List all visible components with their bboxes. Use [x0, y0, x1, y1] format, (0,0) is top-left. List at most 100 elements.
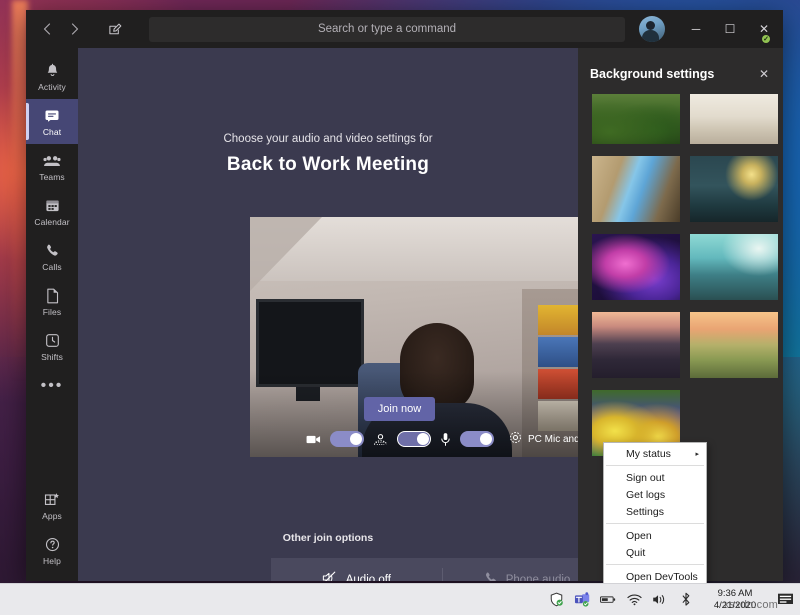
apps-icon	[44, 491, 60, 509]
wifi-icon[interactable]	[626, 592, 642, 608]
toggle-knob	[417, 433, 429, 445]
background-thumbnail-autumn-street[interactable]	[592, 312, 680, 378]
background-blur-icon	[373, 433, 388, 446]
sidebar-item-label: Activity	[38, 82, 66, 92]
forward-button[interactable]	[62, 16, 88, 42]
join-option-label: Audio off	[346, 574, 391, 582]
background-thumbnail-pink-purple-nebula[interactable]	[592, 234, 680, 300]
speaker-muted-icon	[322, 571, 338, 581]
clock-date: 4/21/2020	[710, 600, 760, 612]
join-option-audio-off[interactable]: Audio off	[271, 558, 442, 581]
context-menu-item-sign-out[interactable]: Sign out	[604, 469, 706, 486]
context-menu-separator	[606, 523, 704, 524]
context-menu-item-quit[interactable]: Quit	[604, 544, 706, 561]
context-menu-item-get-logs[interactable]: Get logs	[604, 486, 706, 503]
app-rail: Activity Chat	[26, 48, 78, 581]
sidebar-item-label: Files	[43, 307, 61, 317]
chevron-left-icon	[43, 23, 51, 35]
sidebar-item-label: Calls	[42, 262, 61, 272]
people-icon	[43, 152, 61, 170]
background-settings-header: Background settings ✕	[578, 58, 783, 90]
toggle-knob	[480, 433, 492, 445]
background-thumbnail-autumn-valley[interactable]	[690, 312, 778, 378]
sidebar-item-shifts[interactable]: Shifts	[26, 324, 78, 369]
sidebar-item-activity[interactable]: Activity	[26, 54, 78, 99]
preview-controls: PC Mic and Speake	[250, 431, 608, 447]
microphone-icon	[440, 432, 451, 447]
windows-defender-icon[interactable]	[548, 592, 564, 608]
camera-toggle[interactable]	[330, 431, 364, 447]
sidebar-item-calendar[interactable]: Calendar	[26, 189, 78, 234]
avatar-body	[642, 30, 659, 42]
minimize-glyph: ─	[692, 22, 701, 36]
phone-icon	[45, 242, 60, 260]
system-tray: 9:36 AM 4/21/2020	[548, 588, 800, 612]
camera-icon	[306, 434, 321, 445]
background-thumbnail-stone-archway-village[interactable]	[592, 156, 680, 222]
sidebar-item-help[interactable]: Help	[26, 528, 78, 573]
close-icon[interactable]: ✕	[755, 67, 773, 81]
titlebar-right-controls: ✓ ─ ☐ ✕	[639, 10, 783, 48]
minimize-button[interactable]: ─	[679, 10, 713, 48]
context-menu-item-label: Get logs	[626, 489, 665, 501]
volume-icon[interactable]	[652, 592, 668, 608]
sidebar-item-teams[interactable]: Teams	[26, 144, 78, 189]
back-button[interactable]	[34, 16, 60, 42]
background-effects-toggle[interactable]	[397, 431, 431, 447]
status-badge[interactable]: ✓	[761, 34, 771, 44]
context-menu-separator	[606, 465, 704, 466]
preview-ceiling-slope	[250, 217, 322, 291]
new-chat-button[interactable]	[100, 16, 130, 42]
context-menu-item-label: Open DevTools	[626, 571, 698, 583]
join-now-button[interactable]: Join now	[364, 397, 435, 421]
context-menu-item-label: My status	[626, 448, 671, 460]
clock-icon	[45, 332, 60, 350]
context-menu-separator	[606, 564, 704, 565]
sidebar-more-apps-button[interactable]: •••	[26, 369, 78, 403]
context-menu-item-open[interactable]: Open	[604, 527, 706, 544]
bell-icon	[45, 62, 60, 80]
sidebar-item-apps[interactable]: Apps	[26, 483, 78, 528]
context-menu-item-settings[interactable]: Settings	[604, 503, 706, 520]
background-thumbnail-alien-moon-landscape[interactable]	[690, 156, 778, 222]
background-thumbnail-forest-path[interactable]	[592, 94, 680, 144]
context-menu-item-label: Settings	[626, 506, 664, 518]
prejoin-subtitle: Choose your audio and video settings for	[78, 133, 578, 145]
join-option-label: Phone audio	[506, 574, 571, 582]
context-menu-item-my-status[interactable]: My status ▸	[604, 445, 706, 462]
background-thumbnail-lake-cliff-tree[interactable]	[690, 234, 778, 300]
sidebar-item-label: Calendar	[34, 217, 69, 227]
battery-icon[interactable]	[600, 592, 616, 608]
taskbar-clock[interactable]: 9:36 AM 4/21/2020	[704, 588, 766, 612]
context-menu-item-label: Sign out	[626, 472, 665, 484]
avatar-head	[646, 21, 655, 30]
sidebar-item-calls[interactable]: Calls	[26, 234, 78, 279]
chevron-right-icon: ▸	[695, 450, 699, 458]
background-thumbnail-desert-dunes[interactable]	[690, 94, 778, 144]
microsoft-teams-icon[interactable]	[574, 592, 590, 608]
sidebar-item-label: Help	[43, 556, 61, 566]
bluetooth-icon[interactable]	[678, 592, 694, 608]
page-title: Back to Work Meeting	[78, 154, 578, 176]
search-input[interactable]: Search or type a command	[149, 17, 625, 42]
microphone-toggle[interactable]	[460, 431, 494, 447]
other-join-options-label: Other join options	[78, 532, 578, 544]
clock-time: 9:36 AM	[710, 588, 760, 600]
sidebar-item-label: Teams	[39, 172, 65, 182]
maximize-glyph: ☐	[725, 22, 736, 36]
avatar[interactable]	[639, 16, 665, 42]
sidebar-item-files[interactable]: Files	[26, 279, 78, 324]
file-icon	[46, 287, 59, 305]
context-menu-item-label: Quit	[626, 547, 645, 559]
video-preview[interactable]: Join now	[250, 217, 608, 457]
maximize-button[interactable]: ☐	[713, 10, 747, 48]
background-thumbnail-grid	[578, 90, 783, 466]
chat-bubble-icon	[44, 107, 60, 125]
sidebar-item-chat[interactable]: Chat	[26, 99, 78, 144]
join-now-label: Join now	[378, 403, 421, 415]
action-center-icon[interactable]	[776, 592, 794, 608]
chevron-right-icon	[71, 23, 79, 35]
phone-icon	[484, 571, 498, 581]
toggle-knob	[350, 433, 362, 445]
compose-icon	[108, 22, 123, 37]
